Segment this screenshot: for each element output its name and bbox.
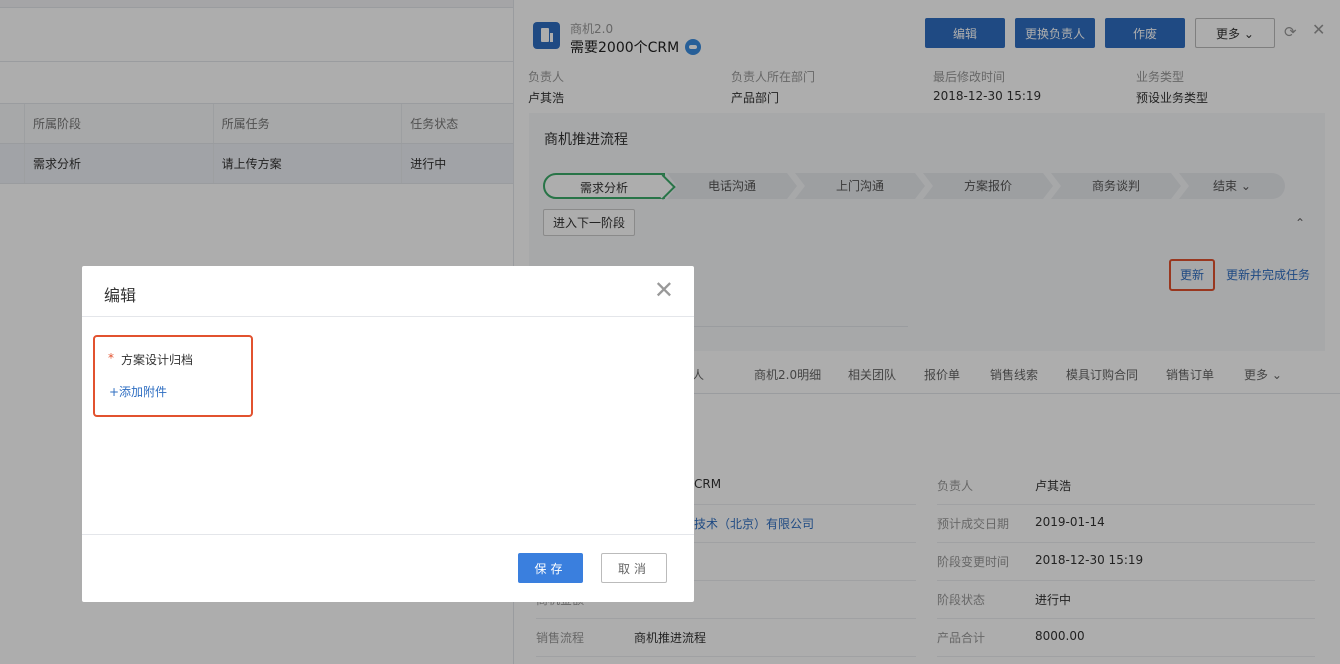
add-attachment-link[interactable]: +添加附件 bbox=[109, 383, 167, 400]
save-button[interactable]: 保存 bbox=[518, 553, 583, 583]
close-icon[interactable]: ✕ bbox=[654, 278, 674, 302]
dialog-title: 编辑 bbox=[104, 286, 137, 305]
dialog-header: 编辑 ✕ bbox=[82, 266, 694, 317]
highlight-box bbox=[93, 335, 253, 417]
dialog-body: * 方案设计归档 bbox=[82, 317, 694, 535]
dialog-footer: 保存 取消 bbox=[82, 535, 694, 601]
required-mark: * bbox=[108, 351, 114, 365]
edit-dialog: 编辑 ✕ * 方案设计归档 保存 取消 bbox=[82, 266, 694, 602]
cancel-button[interactable]: 取消 bbox=[601, 553, 667, 583]
field-label-design-archive: 方案设计归档 bbox=[121, 353, 194, 367]
